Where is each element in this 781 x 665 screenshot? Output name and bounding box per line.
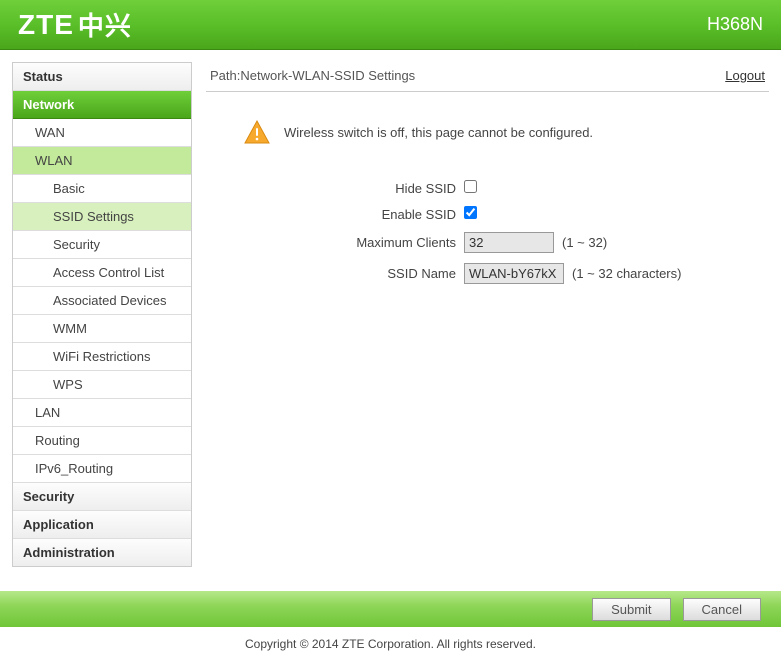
logout-link[interactable]: Logout — [725, 68, 765, 83]
sidebar-item-status[interactable]: Status — [13, 63, 191, 91]
brand-text-en: ZTE — [18, 9, 74, 41]
sidebar-item-wifi-restrictions[interactable]: WiFi Restrictions — [13, 343, 191, 371]
sidebar-item-acl[interactable]: Access Control List — [13, 259, 191, 287]
max-clients-row: Maximum Clients (1 ~ 32) — [206, 232, 769, 253]
brand-logo: ZTE中兴 — [18, 6, 132, 43]
ssid-name-input[interactable] — [464, 263, 564, 284]
hide-ssid-checkbox[interactable] — [464, 180, 477, 193]
ssid-name-label: SSID Name — [206, 266, 456, 281]
sidebar-item-security[interactable]: Security — [13, 231, 191, 259]
brand-text-cn: 中兴 — [78, 6, 132, 43]
warning-text: Wireless switch is off, this page cannot… — [284, 125, 593, 140]
ssid-name-row: SSID Name (1 ~ 32 characters) — [206, 263, 769, 284]
ssid-name-hint: (1 ~ 32 characters) — [572, 266, 681, 281]
copyright-text: Copyright © 2014 ZTE Corporation. All ri… — [0, 627, 781, 665]
sidebar-item-network[interactable]: Network — [13, 91, 191, 119]
hide-ssid-row: Hide SSID — [206, 180, 769, 196]
sidebar-item-lan[interactable]: LAN — [13, 399, 191, 427]
sidebar-item-wlan[interactable]: WLAN — [13, 147, 191, 175]
content-area: Path:Network-WLAN-SSID Settings Logout W… — [206, 62, 769, 567]
sidebar-item-wan[interactable]: WAN — [13, 119, 191, 147]
warning-icon — [244, 120, 270, 144]
max-clients-hint: (1 ~ 32) — [562, 235, 607, 250]
hide-ssid-label: Hide SSID — [206, 181, 456, 196]
enable-ssid-checkbox[interactable] — [464, 206, 477, 219]
sidebar-item-routing[interactable]: Routing — [13, 427, 191, 455]
sidebar: Status Network WAN WLAN Basic SSID Setti… — [12, 62, 192, 567]
enable-ssid-label: Enable SSID — [206, 207, 456, 222]
sidebar-item-basic[interactable]: Basic — [13, 175, 191, 203]
sidebar-item-wps[interactable]: WPS — [13, 371, 191, 399]
submit-button[interactable]: Submit — [592, 598, 670, 621]
sidebar-item-wmm[interactable]: WMM — [13, 315, 191, 343]
sidebar-item-ipv6-routing[interactable]: IPv6_Routing — [13, 455, 191, 483]
breadcrumb-bar: Path:Network-WLAN-SSID Settings Logout — [206, 62, 769, 92]
enable-ssid-row: Enable SSID — [206, 206, 769, 222]
button-bar: Submit Cancel — [0, 591, 781, 627]
max-clients-input[interactable] — [464, 232, 554, 253]
cancel-button[interactable]: Cancel — [683, 598, 761, 621]
model-label: H368N — [707, 14, 763, 35]
warning-row: Wireless switch is off, this page cannot… — [244, 120, 769, 144]
sidebar-item-administration[interactable]: Administration — [13, 539, 191, 566]
breadcrumb-text: Path:Network-WLAN-SSID Settings — [210, 68, 415, 83]
sidebar-item-associated-devices[interactable]: Associated Devices — [13, 287, 191, 315]
header-bar: ZTE中兴 H368N — [0, 0, 781, 50]
sidebar-item-security-top[interactable]: Security — [13, 483, 191, 511]
max-clients-label: Maximum Clients — [206, 235, 456, 250]
sidebar-item-ssid-settings[interactable]: SSID Settings — [13, 203, 191, 231]
sidebar-item-application[interactable]: Application — [13, 511, 191, 539]
ssid-form: Hide SSID Enable SSID Maximum Clients (1… — [206, 180, 769, 284]
